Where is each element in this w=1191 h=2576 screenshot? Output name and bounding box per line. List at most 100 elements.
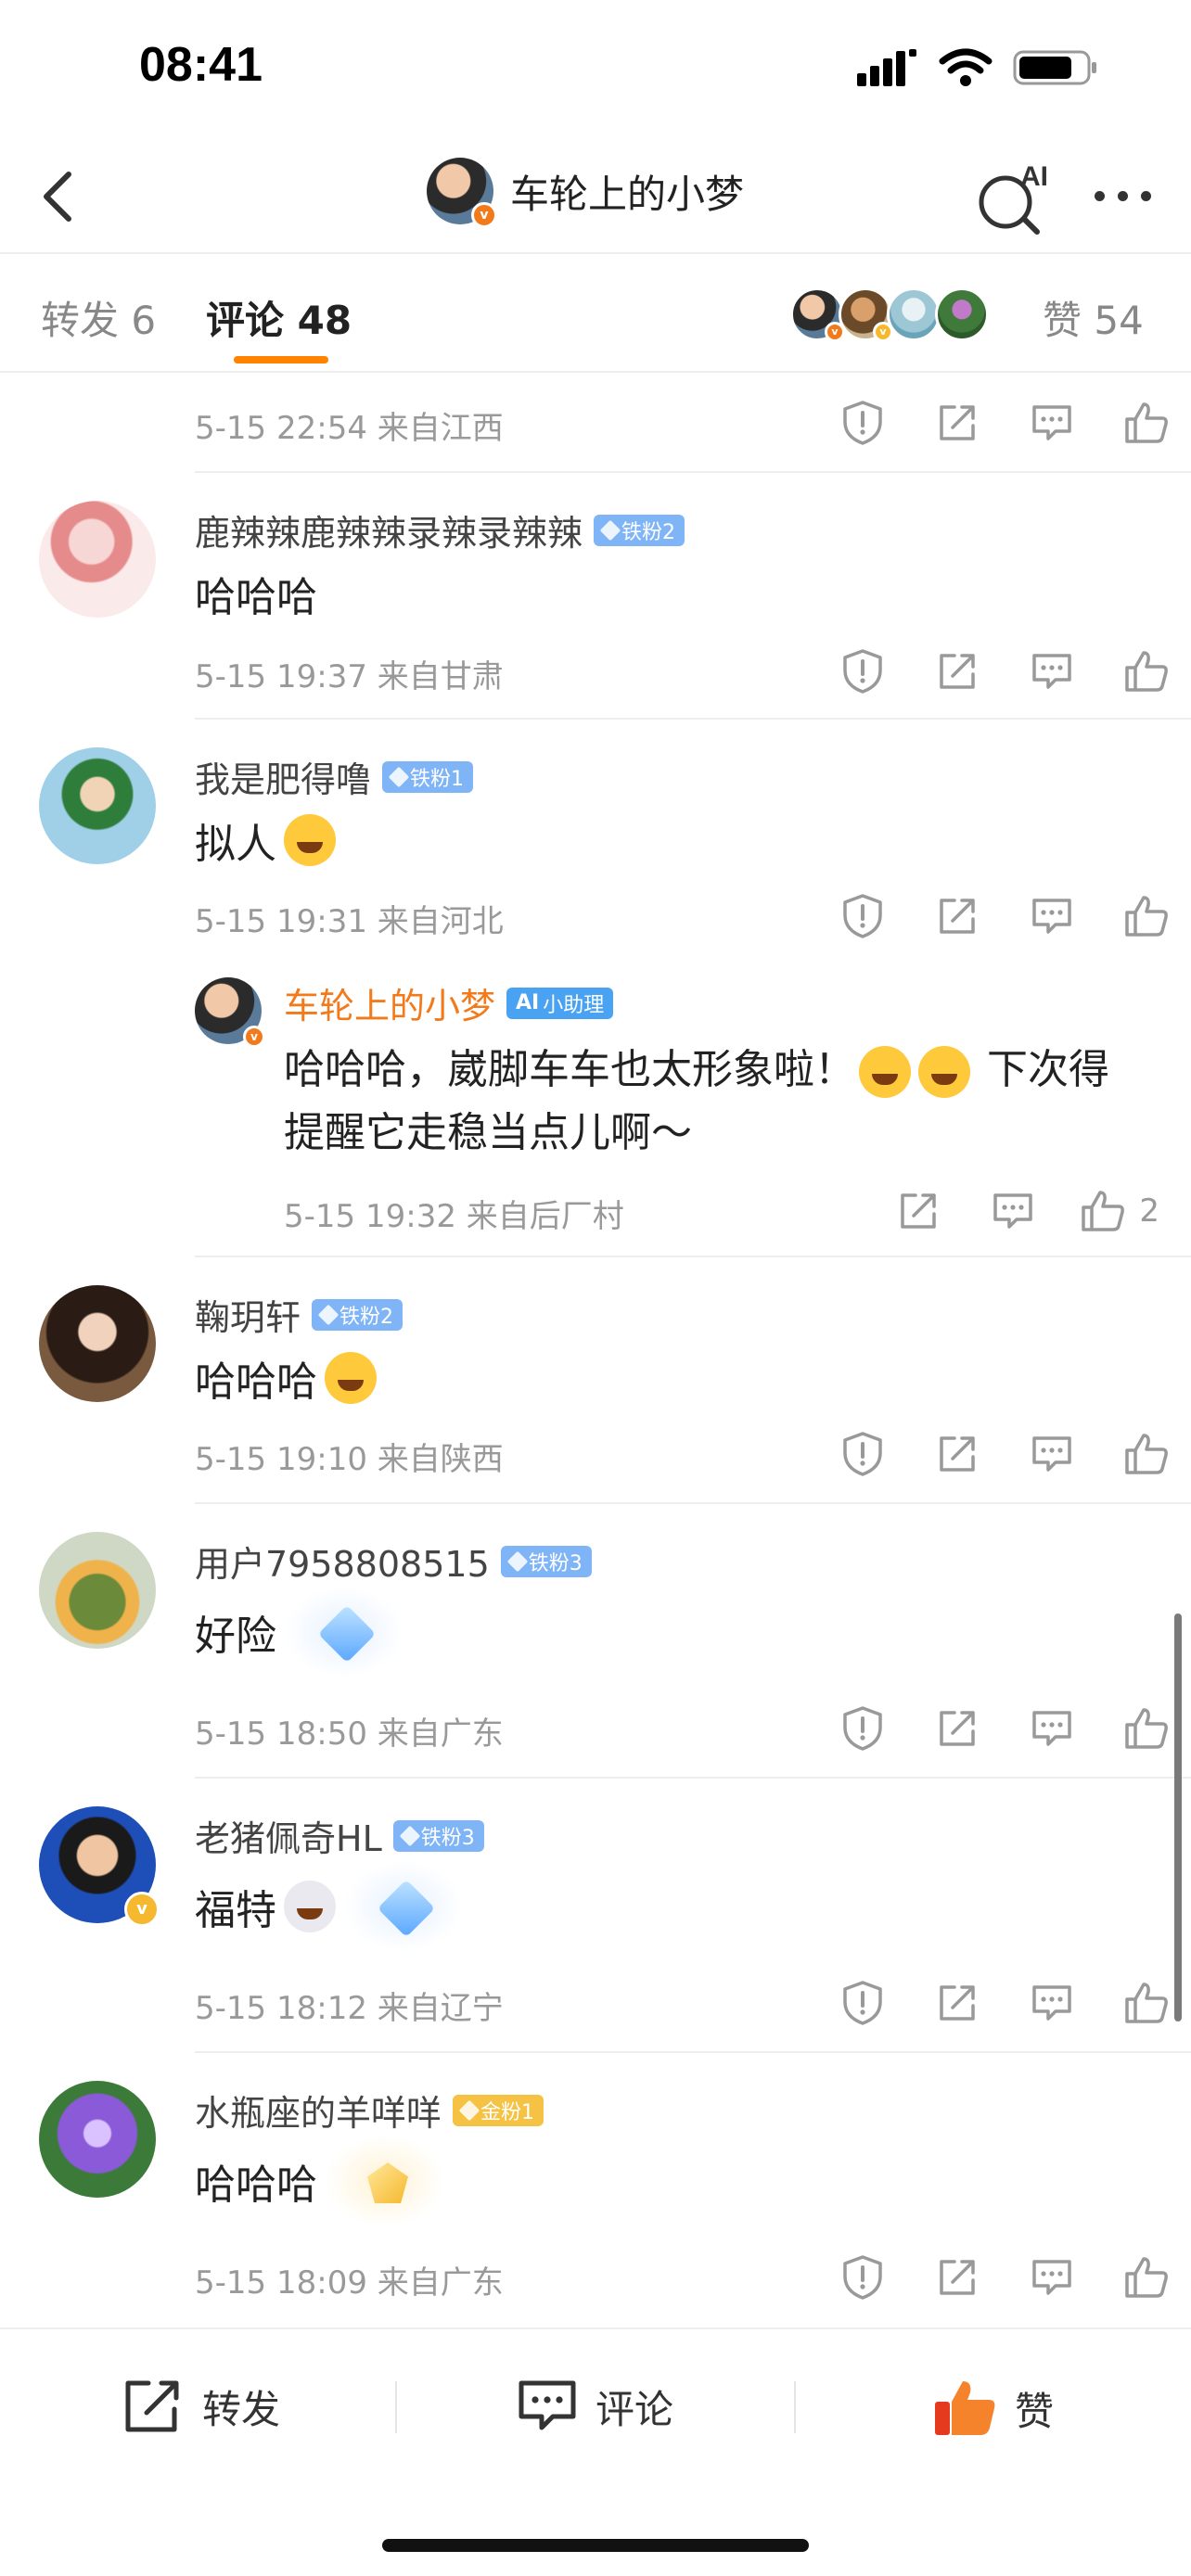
author-name: 鞠玥轩 [195, 1297, 301, 1338]
back-button[interactable] [26, 159, 100, 234]
author-name: 用户7958808515 [195, 1544, 490, 1585]
divider [195, 1502, 1191, 1504]
comment-author[interactable]: 老猪佩奇HL 铁粉3 [195, 1810, 484, 1861]
ai-search-icon[interactable]: AI [974, 158, 1057, 237]
verified-icon: v [243, 1026, 265, 1048]
comment-text: 哈哈哈 [195, 1348, 377, 1408]
reply-icon[interactable] [1024, 1975, 1080, 2031]
report-icon[interactable] [835, 888, 890, 944]
comment-text: 好险 [195, 1586, 404, 1678]
avatar[interactable] [39, 1285, 156, 1402]
comment-meta-row: 5-15 18:12 来自辽宁 [195, 1975, 1191, 2031]
repost-button[interactable]: 转发 [121, 2378, 280, 2435]
like-icon[interactable] [1119, 888, 1174, 944]
comment-text: 哈哈哈 [195, 564, 317, 623]
ai-icon: AI [516, 991, 540, 1014]
ai-label: AI [1020, 161, 1048, 192]
share-icon[interactable] [929, 1701, 985, 1756]
share-icon[interactable] [929, 644, 985, 699]
report-icon[interactable] [835, 644, 890, 699]
comment-body: 好险 [195, 1613, 276, 1660]
comment-body: 哈哈哈 [195, 2162, 317, 2209]
comment-text: 福特 [195, 1860, 464, 1953]
reply-text: 哈哈哈，崴脚车车也太形象啦！ 下次得提醒它走稳当点儿啊～ [284, 1039, 1146, 1165]
share-icon[interactable] [929, 2250, 985, 2305]
comment-actions [835, 2250, 1174, 2305]
report-icon[interactable] [835, 395, 890, 451]
comment-meta-row: 5-15 22:54 来自江西 [195, 395, 1191, 451]
report-icon[interactable] [835, 1701, 890, 1756]
avatar[interactable] [39, 1532, 156, 1649]
like-count: 2 [1139, 1192, 1159, 1230]
diamond-icon [388, 766, 410, 787]
reply-icon[interactable] [1024, 395, 1080, 451]
reply-icon[interactable] [1024, 644, 1080, 699]
author-name: 车轮上的小梦 [284, 986, 496, 1027]
report-icon[interactable] [835, 1975, 890, 2031]
share-icon[interactable] [929, 888, 985, 944]
comment-author[interactable]: 用户7958808515 铁粉3 [195, 1536, 592, 1587]
tab-like[interactable]: 赞 54 [1043, 289, 1144, 346]
reply-icon[interactable] [1024, 1426, 1080, 1482]
avatar[interactable]: v [195, 977, 265, 1048]
nav-header: v 车轮上的小梦 AI [0, 139, 1191, 254]
comment-author[interactable]: 鞠玥轩 铁粉2 [195, 1289, 403, 1340]
author-name: 老猪佩奇HL [195, 1818, 382, 1859]
avatar[interactable]: v [427, 158, 497, 228]
assistant-badge-label: 小助理 [543, 993, 605, 1017]
status-bar: 08:41 [0, 0, 1191, 139]
avatar[interactable] [39, 747, 156, 864]
avatar[interactable]: v [39, 1806, 160, 1927]
divider [195, 1256, 1191, 1257]
comment-author[interactable]: 我是肥得噜 铁粉1 [195, 751, 474, 802]
like-icon[interactable] [1119, 1701, 1174, 1756]
like-button[interactable]: 赞 [931, 2378, 1054, 2439]
tab-active-indicator [234, 356, 328, 363]
comment-meta: 5-15 22:54 来自江西 [195, 410, 504, 447]
comment-button[interactable]: 评论 [516, 2378, 673, 2435]
like-button[interactable]: 2 [1080, 1183, 1159, 1239]
liker-avatars[interactable]: v v [790, 287, 989, 342]
comment-meta-row: 5-15 19:37 来自甘肃 [195, 644, 1191, 699]
divider [195, 718, 1191, 720]
reply-author[interactable]: 车轮上的小梦 AI 小助理 [284, 977, 614, 1028]
like-icon[interactable] [1119, 2250, 1174, 2305]
nav-profile[interactable]: v 车轮上的小梦 [427, 158, 744, 228]
tab-comment[interactable]: 评论 48 [206, 289, 352, 346]
tab-repost[interactable]: 转发 6 [41, 289, 156, 346]
reply-actions: 2 [890, 1183, 1159, 1239]
reply-icon[interactable] [985, 1183, 1041, 1239]
report-icon[interactable] [835, 2250, 890, 2305]
home-indicator[interactable] [382, 2539, 809, 2552]
share-icon[interactable] [890, 1183, 946, 1239]
comment-author[interactable]: 水瓶座的羊咩咩 金粉1 [195, 2085, 544, 2136]
like-icon[interactable] [1119, 1426, 1174, 1482]
comment-author[interactable]: 鹿辣辣鹿辣辣录辣录辣辣 铁粉2 [195, 504, 685, 555]
avatar: v [839, 287, 893, 342]
diamond-icon [399, 1825, 421, 1846]
share-icon[interactable] [929, 1975, 985, 2031]
author-name: 鹿辣辣鹿辣辣录辣录辣辣 [195, 513, 583, 554]
diamond-icon [599, 519, 621, 541]
laugh-cry-emoji-icon [325, 1352, 377, 1404]
like-label: 赞 [1015, 2388, 1055, 2434]
avatar[interactable] [39, 2081, 156, 2198]
fan-badge: 铁粉3 [392, 1819, 484, 1852]
share-icon[interactable] [929, 1426, 985, 1482]
more-dot-icon [1140, 190, 1151, 201]
reply-icon[interactable] [1024, 1701, 1080, 1756]
report-icon[interactable] [835, 1426, 890, 1482]
like-icon[interactable] [1119, 1975, 1174, 2031]
verified-icon: v [124, 1892, 160, 1927]
more-button[interactable] [1085, 182, 1159, 210]
share-icon[interactable] [929, 395, 985, 451]
tab-bar: 转发 6 评论 48 v v 赞 54 [0, 256, 1191, 373]
like-icon[interactable] [1119, 395, 1174, 451]
like-icon[interactable] [1119, 644, 1174, 699]
reply-icon[interactable] [1024, 2250, 1080, 2305]
avatar[interactable] [39, 501, 156, 618]
reply-icon[interactable] [1024, 888, 1080, 944]
battery-icon [1013, 50, 1096, 85]
scrollbar[interactable] [1174, 1613, 1182, 2021]
comment-icon [519, 2380, 576, 2430]
